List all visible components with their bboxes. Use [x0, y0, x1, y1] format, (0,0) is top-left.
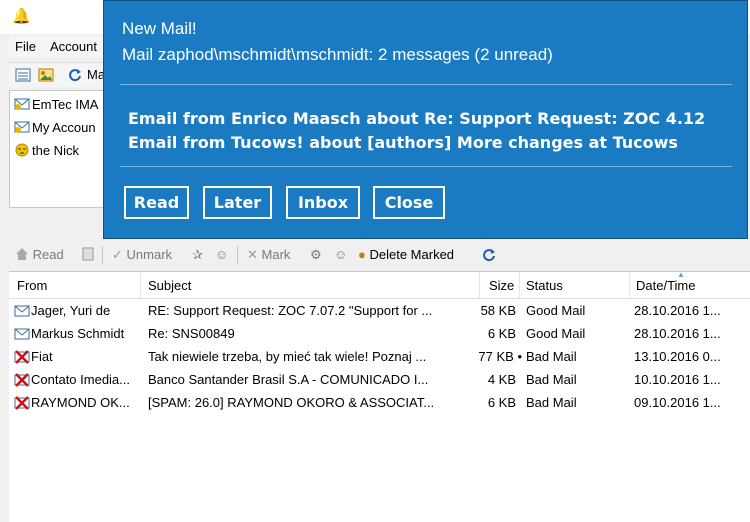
- column-subject[interactable]: Subject: [148, 278, 191, 293]
- column-divider[interactable]: [140, 272, 141, 298]
- x-icon: ✕: [247, 247, 258, 262]
- cell-date: 13.10.2016 0...: [634, 349, 721, 364]
- popup-subtitle: Mail zaphod\mschmidt\mschmidt: 2 message…: [122, 45, 553, 64]
- cell-status: Bad Mail: [526, 349, 577, 364]
- bad-mail-icon: [14, 350, 30, 364]
- popup-later-button[interactable]: Later: [203, 186, 272, 219]
- tree-item[interactable]: My Accoun: [14, 118, 96, 138]
- popup-divider: [120, 166, 732, 167]
- column-divider[interactable]: [629, 272, 630, 298]
- bell-icon: 🔔: [12, 8, 31, 25]
- cell-subject: Banco Santander Brasil S.A - COMUNICADO …: [148, 372, 429, 387]
- cell-date: 10.10.2016 1...: [634, 372, 721, 387]
- envelope-icon: [14, 327, 30, 341]
- cell-date: 28.10.2016 1...: [634, 303, 721, 318]
- cell-status: Good Mail: [526, 326, 586, 341]
- popup-divider: [120, 84, 732, 85]
- sort-arrow-icon: ▲: [677, 270, 685, 279]
- popup-read-button[interactable]: Read: [124, 186, 189, 219]
- cell-size: 77 KB •: [478, 349, 522, 364]
- envelope-icon: [14, 304, 30, 318]
- cell-subject: Tak niewiele trzeba, by mieć tak wiele! …: [148, 349, 427, 364]
- cell-from: Fiat: [31, 349, 53, 364]
- account-tree: EmTec IMA My Accoun the Nick: [9, 90, 111, 208]
- tree-item-label: the Nick: [32, 143, 79, 158]
- bad-mail-icon: [14, 396, 30, 410]
- popup-close-button[interactable]: Close: [373, 186, 445, 219]
- column-date[interactable]: Date/Time: [636, 278, 695, 293]
- tree-item-label: My Accoun: [32, 120, 96, 135]
- column-from[interactable]: From: [17, 278, 47, 293]
- table-row[interactable]: Fiat Tak niewiele trzeba, by mieć tak wi…: [9, 346, 750, 369]
- list-view-icon[interactable]: [15, 67, 31, 83]
- column-divider[interactable]: [519, 272, 520, 298]
- cell-status: Bad Mail: [526, 395, 577, 410]
- popup-mail-line[interactable]: Email from Enrico Maasch about Re: Suppo…: [128, 109, 705, 128]
- refresh-icon[interactable]: [481, 247, 497, 263]
- cell-from: RAYMOND OK...: [31, 395, 130, 410]
- document-icon[interactable]: [82, 247, 94, 263]
- cell-subject: [SPAM: 26.0] RAYMOND OKORO & ASSOCIAT...: [148, 395, 435, 410]
- mailbox-icon: [14, 120, 30, 134]
- cell-size: 6 KB: [487, 395, 516, 410]
- cell-status: Good Mail: [526, 303, 586, 318]
- toolbar-separator: [102, 246, 103, 264]
- cell-size: 58 KB: [480, 303, 516, 318]
- delete-marked-button[interactable]: ● Delete Marked: [358, 247, 454, 263]
- cell-date: 28.10.2016 1...: [634, 326, 721, 341]
- bad-mail-icon: [14, 373, 30, 387]
- list-header: From Subject Size Status Date/Time ▲: [9, 270, 750, 299]
- menu-accounts[interactable]: Account: [50, 39, 97, 54]
- tree-item[interactable]: EmTec IMA: [14, 95, 98, 115]
- table-row[interactable]: Contato Imedia... Banco Santander Brasil…: [9, 369, 750, 392]
- cell-from: Markus Schmidt: [31, 326, 125, 341]
- menu-file[interactable]: File: [15, 39, 36, 54]
- picture-icon[interactable]: [38, 67, 54, 83]
- mark-button[interactable]: ✕ Mark: [247, 247, 290, 263]
- popup-title: New Mail!: [122, 19, 197, 38]
- mailbox-icon: [14, 97, 30, 111]
- bomb-icon: ●: [358, 247, 366, 262]
- cell-status: Bad Mail: [526, 372, 577, 387]
- sleeping-face-icon: [14, 143, 30, 157]
- smiley-icon[interactable]: ☺: [334, 247, 347, 263]
- cell-size: 4 KB: [487, 372, 516, 387]
- table-row[interactable]: Jager, Yuri de RE: Support Request: ZOC …: [9, 300, 750, 323]
- cell-subject: Re: SNS00849: [148, 326, 235, 341]
- column-status[interactable]: Status: [526, 278, 563, 293]
- tree-item[interactable]: the Nick: [14, 141, 79, 161]
- check-icon: ✓: [112, 247, 123, 262]
- refresh-icon[interactable]: [67, 67, 83, 83]
- read-button[interactable]: Read: [15, 247, 64, 263]
- shield-icon[interactable]: ⚙: [310, 247, 322, 263]
- table-row[interactable]: RAYMOND OK... [SPAM: 26.0] RAYMOND OKORO…: [9, 392, 750, 415]
- cell-subject: RE: Support Request: ZOC 7.07.2 "Support…: [148, 303, 433, 318]
- popup-mail-line[interactable]: Email from Tucows! about [authors] More …: [128, 133, 678, 152]
- unmark-button[interactable]: ✓ Unmark: [112, 247, 172, 263]
- star-icon[interactable]: ✰: [192, 247, 203, 263]
- message-list: From Subject Size Status Date/Time ▲ Jag…: [9, 270, 750, 522]
- cell-size: 6 KB: [487, 326, 516, 341]
- new-mail-popup: New Mail! Mail zaphod\mschmidt\mschmidt:…: [103, 0, 748, 239]
- menu-bar: File Account: [9, 36, 109, 58]
- cell-from: Jager, Yuri de: [31, 303, 111, 318]
- tree-item-label: EmTec IMA: [32, 97, 99, 112]
- smiley-icon[interactable]: ☺: [215, 247, 228, 263]
- cell-date: 09.10.2016 1...: [634, 395, 721, 410]
- main-toolbar: Ma: [9, 62, 109, 87]
- popup-inbox-button[interactable]: Inbox: [286, 186, 360, 219]
- table-row[interactable]: Markus Schmidt Re: SNS00849 6 KB Good Ma…: [9, 323, 750, 346]
- column-divider[interactable]: [479, 272, 480, 298]
- message-toolbar: Read ✓ Unmark ✰ ☺ ✕ Mark ⚙ ☺ ● Delete Ma…: [9, 243, 750, 267]
- column-size[interactable]: Size: [489, 278, 514, 293]
- toolbar-separator: [237, 246, 238, 264]
- house-icon: [16, 248, 28, 260]
- cell-from: Contato Imedia...: [31, 372, 130, 387]
